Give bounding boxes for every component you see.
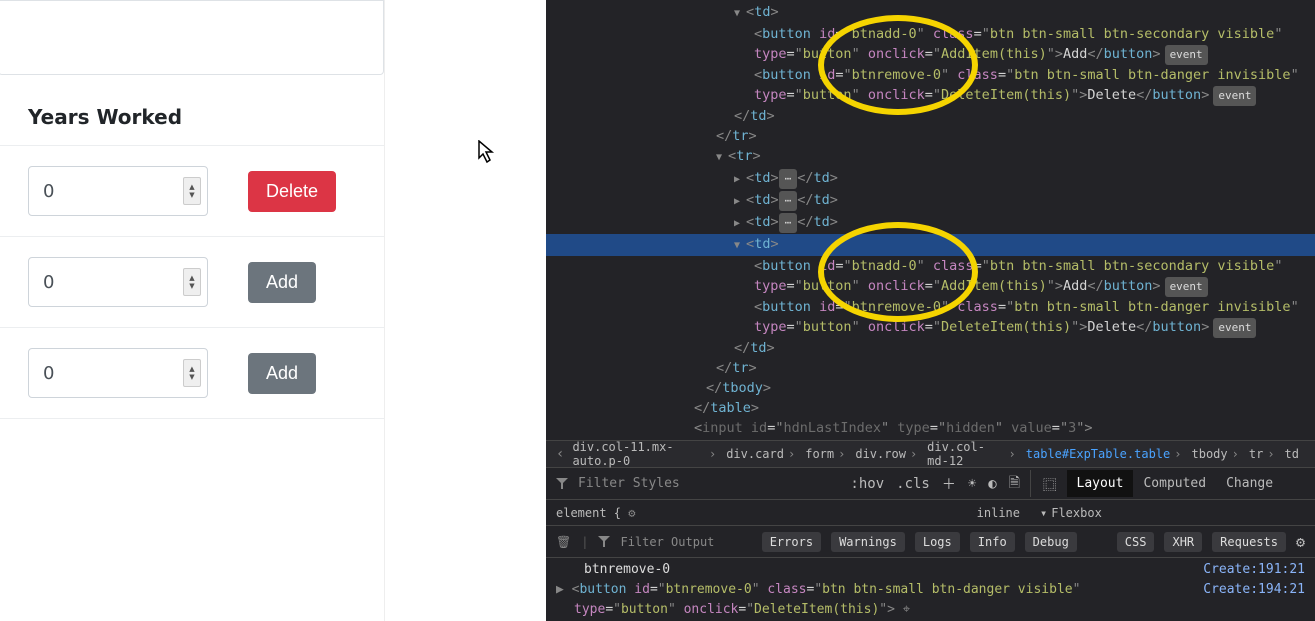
inline-label: inline — [977, 506, 1020, 520]
print-icon[interactable]: 🗎 — [1009, 472, 1020, 496]
console-log: ▶ <button id="btnremove-0" class="btn bt… — [556, 580, 1080, 600]
add-button[interactable]: Add — [248, 353, 316, 394]
close-td: </td> — [546, 338, 1315, 358]
sidepanel-toggle-icon[interactable]: ⿴ — [1043, 474, 1057, 494]
hov-toggle[interactable]: :hov — [850, 476, 884, 492]
table-row: 0 ▲▼ Add — [0, 237, 384, 328]
chip-requests[interactable]: Requests — [1212, 532, 1286, 552]
section-heading: Years Worked — [0, 75, 384, 146]
crumb[interactable]: table#ExpTable.table — [1026, 447, 1186, 461]
spinner-control[interactable]: ▲▼ — [183, 177, 201, 205]
contrast-icon[interactable]: ◐ — [988, 476, 996, 492]
event-badge[interactable]: event — [1165, 277, 1208, 297]
crumb[interactable]: div.col-11.mx-auto.p-0 — [572, 440, 720, 468]
annotation-highlight — [818, 15, 978, 115]
close-table: </table> — [546, 398, 1315, 418]
delete-button[interactable]: Delete — [248, 171, 336, 212]
event-badge[interactable]: event — [1213, 86, 1256, 106]
close-tr: </tr> — [546, 358, 1315, 378]
event-badge[interactable]: event — [1165, 45, 1208, 65]
tr-node[interactable]: <tr> — [546, 146, 1315, 168]
spinner-control[interactable]: ▲▼ — [183, 268, 201, 296]
crumb[interactable]: div.col-md-12 — [927, 440, 1020, 468]
console-output[interactable]: btnremove-0 Create:191:21 ▶ <button id="b… — [546, 558, 1315, 621]
td-collapsed[interactable]: <td>⋯</td> — [546, 190, 1315, 212]
rules-header: element { ⚙ inline — [546, 500, 1030, 526]
button-node-cont: type="button" onclick="DeleteItem(this)"… — [546, 317, 1315, 338]
chip-logs[interactable]: Logs — [915, 532, 960, 552]
event-badge[interactable]: event — [1213, 318, 1256, 338]
flexbox-section[interactable]: ▾ Flexbox — [1030, 500, 1315, 526]
light-dark-icon[interactable]: ☀ — [968, 476, 976, 492]
years-input[interactable]: 0 ▲▼ — [28, 257, 208, 307]
crumb[interactable]: form — [805, 447, 849, 461]
source-link[interactable]: Create:194:21 — [1203, 580, 1305, 600]
crumb[interactable]: tr — [1249, 447, 1279, 461]
input-value: 0 — [43, 181, 54, 202]
gear-icon[interactable]: ⚙ — [1296, 533, 1305, 551]
styles-toolbar: Filter Styles :hov .cls ＋ ☀ ◐ 🗎 ⿴ Layout… — [546, 468, 1315, 500]
close-tr: </tr> — [546, 126, 1315, 146]
crumb[interactable]: td — [1285, 447, 1307, 461]
filter-styles-input[interactable]: Filter Styles — [578, 476, 680, 491]
chip-errors[interactable]: Errors — [762, 532, 821, 552]
spinner-control[interactable]: ▲▼ — [183, 359, 201, 387]
cls-toggle[interactable]: .cls — [896, 476, 930, 492]
console-toolbar: 🗑 | Filter Output Errors Warnings Logs I… — [546, 526, 1315, 558]
annotation-highlight — [818, 222, 978, 322]
form-pane: Years Worked 0 ▲▼ Delete 0 ▲▼ Add 0 ▲▼ A… — [0, 0, 385, 621]
crumb[interactable]: div.row — [855, 447, 921, 461]
hidden-input-node[interactable]: <input id="hdnLastIndex" type="hidden" v… — [546, 418, 1315, 438]
console-log: btnremove-0 — [556, 560, 670, 580]
filter-icon[interactable] — [556, 478, 568, 490]
filter-output-input[interactable]: Filter Output — [620, 535, 714, 549]
years-input[interactable]: 0 ▲▼ — [28, 348, 208, 398]
filter-icon[interactable] — [598, 536, 610, 548]
breadcrumb[interactable]: ‹ div.col-11.mx-auto.p-0 div.card form d… — [546, 440, 1315, 468]
source-link[interactable]: Create:191:21 — [1203, 560, 1305, 580]
chip-css[interactable]: CSS — [1117, 532, 1155, 552]
table-row: 0 ▲▼ Delete — [0, 146, 384, 237]
trash-icon[interactable]: 🗑 — [556, 535, 571, 549]
mouse-cursor-icon — [478, 140, 496, 164]
close-tbody: </tbody> — [546, 378, 1315, 398]
card-outline — [0, 0, 384, 75]
console-log: type="button" onclick="DeleteItem(this)"… — [556, 600, 910, 620]
add-button[interactable]: Add — [248, 262, 316, 303]
tab-changes[interactable]: Change — [1216, 470, 1283, 497]
crumb[interactable]: div.card — [726, 447, 799, 461]
chip-xhr[interactable]: XHR — [1164, 532, 1202, 552]
tab-layout[interactable]: Layout — [1067, 470, 1134, 497]
target-icon[interactable]: ⌖ — [903, 602, 910, 617]
tab-computed[interactable]: Computed — [1133, 470, 1216, 497]
chip-warnings[interactable]: Warnings — [831, 532, 905, 552]
crumb[interactable]: tbody — [1192, 447, 1243, 461]
plus-icon[interactable]: ＋ — [942, 474, 956, 494]
chevron-left-icon[interactable]: ‹ — [554, 446, 566, 462]
td-collapsed[interactable]: <td>⋯</td> — [546, 168, 1315, 190]
chip-info[interactable]: Info — [970, 532, 1015, 552]
input-value: 0 — [43, 363, 54, 384]
table-row: 0 ▲▼ Add — [0, 328, 384, 419]
input-value: 0 — [43, 272, 54, 293]
gear-icon[interactable]: ⚙ — [628, 506, 635, 520]
years-input[interactable]: 0 ▲▼ — [28, 166, 208, 216]
chip-debug[interactable]: Debug — [1025, 532, 1077, 552]
